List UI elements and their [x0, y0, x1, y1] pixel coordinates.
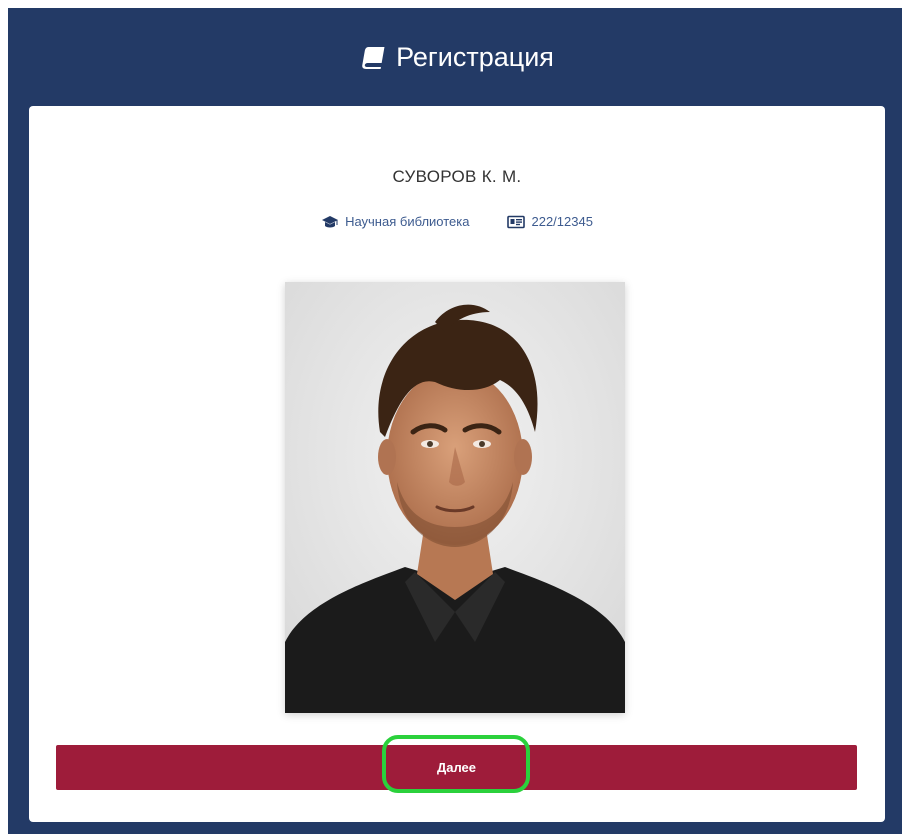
id-card-icon: [507, 215, 526, 229]
registration-window: Регистрация СУВОРОВ К. М. Научная библио…: [8, 8, 902, 834]
department-label: Научная библиотека: [345, 214, 470, 229]
card-number: 222/12345: [531, 214, 593, 229]
registration-card: СУВОРОВ К. М. Научная библиотека 222/123…: [29, 106, 885, 822]
next-button[interactable]: Далее: [56, 745, 857, 790]
department-info: Научная библиотека: [321, 214, 469, 229]
graduation-cap-icon: [321, 215, 339, 229]
header-bar: Регистрация: [8, 8, 902, 106]
page-title: Регистрация: [396, 41, 554, 72]
card-info: 222/12345: [507, 214, 593, 229]
user-name: СУВОРОВ К. М.: [392, 167, 522, 186]
user-meta: Научная библиотека 222/12345: [29, 214, 885, 229]
portrait-photo: [285, 282, 625, 713]
book-icon: [360, 44, 386, 70]
